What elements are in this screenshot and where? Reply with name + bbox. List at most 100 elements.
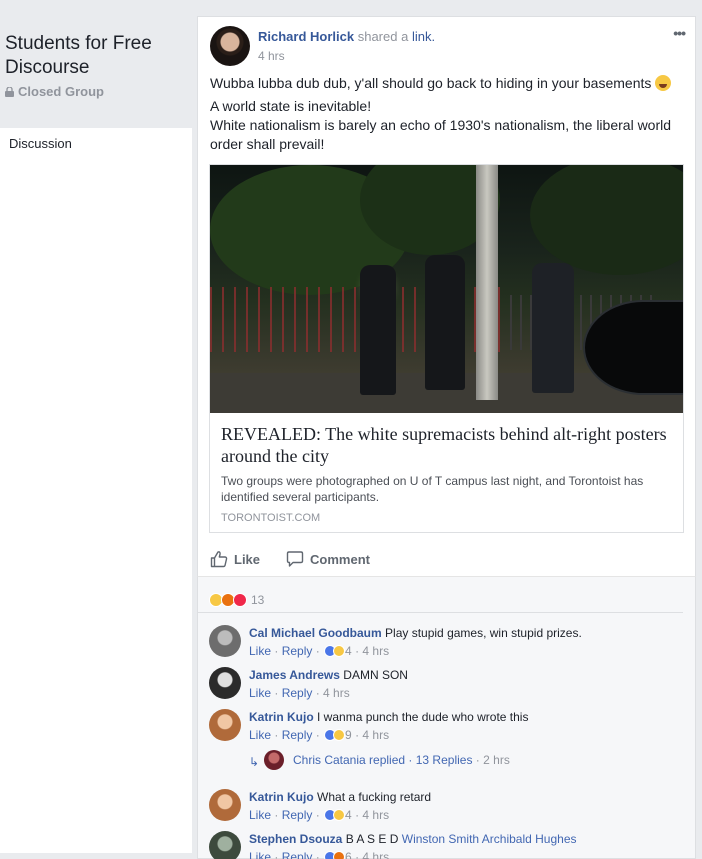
comment-like-button[interactable]: Like <box>249 686 271 700</box>
reply-arrow-icon: ↳ <box>249 755 260 769</box>
comment-like-button[interactable]: Like <box>249 808 271 822</box>
post-body: Wubba lubba dub dub, y'all should go bac… <box>198 72 695 154</box>
post-header: Richard Horlick shared a link. 4 hrs ••• <box>198 17 695 72</box>
privacy-label: Closed Group <box>18 84 104 99</box>
comment-time[interactable]: 4 hrs <box>362 808 389 822</box>
author-avatar[interactable] <box>210 26 250 66</box>
comment-reaction-count[interactable]: 6 <box>345 850 352 859</box>
comment-meta: Like · Reply · 4 hrs <box>249 686 350 700</box>
replier-name: Chris Catania <box>293 753 366 767</box>
post-text-line-1: Wubba lubba dub dub, y'all should go bac… <box>210 75 652 91</box>
commenter-avatar[interactable] <box>209 625 241 657</box>
post-timestamp[interactable]: 4 hrs <box>258 49 285 63</box>
comment-reactions-icon[interactable] <box>324 809 346 821</box>
commenter-name[interactable]: Stephen Dsouza <box>249 832 342 846</box>
reply-thread-link[interactable]: ↳ Chris Catania replied · 13 Replies · 2… <box>249 743 695 781</box>
thumbs-up-icon <box>210 551 228 568</box>
commenter-name[interactable]: Katrin Kujo <box>249 710 314 724</box>
comment-reaction-count[interactable]: 4 <box>345 644 352 658</box>
comment-text: Stephen Dsouza B A S E D Winston Smith A… <box>249 832 577 846</box>
comment-item: Katrin Kujo What a fucking retard Like ·… <box>209 781 695 823</box>
comment-body: DAMN SON <box>343 668 408 682</box>
comment-meta: Like · Reply · 6 · 4 hrs <box>249 850 389 859</box>
link-title[interactable]: REVEALED: The white supremacists behind … <box>221 423 673 467</box>
grinning-emoji-icon <box>655 75 672 91</box>
comment-reply-button[interactable]: Reply <box>282 850 313 859</box>
comment-reactions-icon[interactable] <box>324 729 346 741</box>
action-link[interactable]: link. <box>412 29 435 44</box>
commenter-avatar[interactable] <box>209 667 241 699</box>
reply-thread-text[interactable]: Chris Catania replied · 13 Replies · 2 h… <box>293 753 510 767</box>
more-options-icon[interactable]: ••• <box>673 25 686 41</box>
comment-item: Cal Michael Goodbaum Play stupid games, … <box>209 617 695 659</box>
commenter-name[interactable]: James Andrews <box>249 668 340 682</box>
like-label: Like <box>234 551 261 567</box>
group-sidebar: Students for Free Discourse Closed Group… <box>0 16 192 853</box>
lock-icon <box>5 86 14 97</box>
comment-like-button[interactable]: Like <box>249 728 271 742</box>
like-button[interactable]: Like <box>210 550 260 568</box>
comment-body: What a fucking retard <box>317 790 432 804</box>
post-text-line-3: White nationalism is barely an echo of 1… <box>210 117 672 152</box>
comment-reply-button[interactable]: Reply <box>282 644 313 658</box>
comment-like-button[interactable]: Like <box>249 850 271 859</box>
comment-reactions-icon[interactable] <box>324 851 346 859</box>
reply-time: 2 hrs <box>483 753 510 767</box>
comment-time[interactable]: 4 hrs <box>362 644 389 658</box>
commenter-name[interactable]: Katrin Kujo <box>249 790 314 804</box>
comment-item: Stephen Dsouza B A S E D Winston Smith A… <box>209 823 695 859</box>
comment-reaction-count[interactable]: 4 <box>345 808 352 822</box>
comment-reply-button[interactable]: Reply <box>282 808 313 822</box>
comment-label: Comment <box>310 551 370 567</box>
comment-body: I wanma punch the dude who wrote this <box>317 710 529 724</box>
link-preview-body: REVEALED: The white supremacists behind … <box>210 413 683 532</box>
comment-item: James Andrews DAMN SON Like · Reply · 4 … <box>209 659 695 701</box>
comment-text: Cal Michael Goodbaum Play stupid games, … <box>249 626 582 640</box>
comment-time[interactable]: 4 hrs <box>323 686 350 700</box>
comment-like-button[interactable]: Like <box>249 644 271 658</box>
comment-time[interactable]: 4 hrs <box>362 850 389 859</box>
comment-meta: Like · Reply · 4 · 4 hrs <box>249 808 390 822</box>
reactions-summary[interactable]: 13 <box>198 577 683 613</box>
comment-meta: Like · Reply · 9 · 4 hrs <box>249 728 390 742</box>
comment-reactions-icon[interactable] <box>324 645 346 657</box>
comment-text: Katrin Kujo What a fucking retard <box>249 790 431 804</box>
comment-body: B A S E D <box>345 832 399 846</box>
link-domain: TORONTOIST.COM <box>221 512 321 524</box>
reply-count: 13 Replies <box>415 753 473 767</box>
commenter-name[interactable]: Cal Michael Goodbaum <box>249 626 382 640</box>
comment-text: Katrin Kujo I wanma punch the dude who w… <box>249 710 528 724</box>
comment-item: Katrin Kujo I wanma punch the dude who w… <box>209 701 695 743</box>
sidebar-item-discussion[interactable]: Discussion <box>0 128 192 151</box>
comment-mentions[interactable]: Winston Smith Archibald Hughes <box>402 832 577 846</box>
comment-icon <box>286 551 304 567</box>
comment-time[interactable]: 4 hrs <box>362 728 389 742</box>
comments-section: 13 Cal Michael Goodbaum Play stupid game… <box>197 576 696 859</box>
group-header: Students for Free Discourse Closed Group <box>0 16 192 128</box>
link-preview-image[interactable] <box>210 165 683 413</box>
comment-button[interactable]: Comment <box>286 550 370 568</box>
link-description: Two groups were photographed on U of T c… <box>221 474 644 504</box>
reactions-count[interactable]: 13 <box>251 593 264 607</box>
comment-reply-button[interactable]: Reply <box>282 686 313 700</box>
commenter-avatar[interactable] <box>209 831 241 859</box>
comment-meta: Like · Reply · 4 · 4 hrs <box>249 644 390 658</box>
group-name[interactable]: Students for Free Discourse <box>5 32 192 80</box>
post-actions: Like Comment <box>198 541 695 577</box>
commenter-avatar[interactable] <box>209 709 241 741</box>
love-reaction-icon <box>233 592 247 607</box>
replier-avatar <box>264 750 284 770</box>
post-text-line-2: A world state is inevitable! <box>210 98 372 114</box>
link-preview-card[interactable]: REVEALED: The white supremacists behind … <box>209 164 684 533</box>
action-text: shared a <box>357 29 409 44</box>
feed-post: Richard Horlick shared a link. 4 hrs •••… <box>197 16 696 576</box>
author-name[interactable]: Richard Horlick <box>258 29 354 44</box>
author-line: Richard Horlick shared a link. <box>258 29 435 44</box>
replied-word: replied <box>369 753 406 767</box>
comment-reply-button[interactable]: Reply <box>282 728 313 742</box>
group-privacy: Closed Group <box>5 84 192 99</box>
commenter-avatar[interactable] <box>209 789 241 821</box>
comment-reaction-count[interactable]: 9 <box>345 728 352 742</box>
comment-text: James Andrews DAMN SON <box>249 668 408 682</box>
comment-body: Play stupid games, win stupid prizes. <box>385 626 582 640</box>
